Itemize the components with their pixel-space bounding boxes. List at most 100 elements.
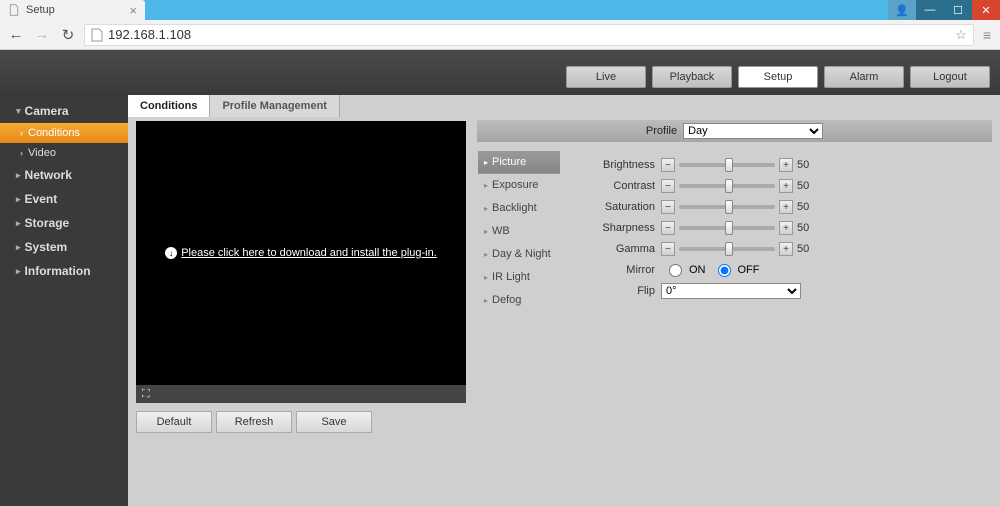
- setting-exposure[interactable]: ▸Exposure: [478, 174, 560, 197]
- fullscreen-icon[interactable]: ⛶: [142, 388, 150, 401]
- row-mirror: Mirror ON OFF: [577, 260, 992, 280]
- chevron-down-icon: ▸: [13, 109, 24, 114]
- setting-backlight[interactable]: ▸Backlight: [478, 197, 560, 220]
- contrast-slider[interactable]: [679, 184, 775, 188]
- contrast-value: 50: [797, 180, 809, 192]
- saturation-plus[interactable]: +: [779, 200, 793, 214]
- slider-thumb[interactable]: [725, 242, 733, 256]
- page-icon: [8, 4, 20, 16]
- user-icon[interactable]: 👤: [888, 0, 916, 20]
- nav-live[interactable]: Live: [566, 66, 646, 88]
- caret-icon: ▸: [484, 227, 488, 236]
- back-button[interactable]: ←: [6, 25, 26, 45]
- app-header: Live Playback Setup Alarm Logout: [0, 50, 1000, 95]
- sidebar-group-information[interactable]: ▸Information: [0, 259, 128, 283]
- sidebar-item-conditions[interactable]: ›Conditions: [0, 123, 128, 143]
- setting-day-night[interactable]: ▸Day & Night: [478, 243, 560, 266]
- mirror-radio-group: ON OFF: [661, 264, 760, 277]
- reload-button[interactable]: ↻: [58, 25, 78, 45]
- top-nav: Live Playback Setup Alarm Logout: [566, 66, 990, 95]
- contrast-plus[interactable]: +: [779, 179, 793, 193]
- saturation-minus[interactable]: −: [661, 200, 675, 214]
- sidebar-group-camera[interactable]: ▸Camera: [0, 99, 128, 123]
- save-button[interactable]: Save: [296, 411, 372, 433]
- bookmark-star-icon[interactable]: ☆: [955, 27, 967, 43]
- setting-ir-light[interactable]: ▸IR Light: [478, 266, 560, 289]
- setting-defog[interactable]: ▸Defog: [478, 289, 560, 312]
- nav-playback[interactable]: Playback: [652, 66, 732, 88]
- slider-thumb[interactable]: [725, 179, 733, 193]
- params-column: Profile Day Brightness − + 50 Contrast: [567, 121, 992, 433]
- brightness-value: 50: [797, 159, 809, 171]
- sharpness-minus[interactable]: −: [661, 221, 675, 235]
- video-column: ↓ Please click here to download and inst…: [136, 121, 471, 433]
- profile-label: Profile: [646, 125, 677, 137]
- setting-picture[interactable]: ▸Picture: [478, 151, 560, 174]
- content-inner: Conditions Profile Management ↓ Please c…: [128, 95, 1000, 506]
- sharpness-label: Sharpness: [577, 222, 661, 234]
- document-icon: [91, 28, 103, 42]
- caret-icon: ▸: [484, 181, 488, 190]
- nav-setup[interactable]: Setup: [738, 66, 818, 88]
- url-field[interactable]: 192.168.1.108 ☆: [84, 24, 974, 46]
- mirror-off-radio[interactable]: [718, 264, 731, 277]
- sidebar-item-video[interactable]: ›Video: [0, 143, 128, 163]
- gamma-plus[interactable]: +: [779, 242, 793, 256]
- setting-wb[interactable]: ▸WB: [478, 220, 560, 243]
- plugin-download-link[interactable]: ↓ Please click here to download and inst…: [165, 247, 437, 259]
- sidebar-group-system[interactable]: ▸System: [0, 235, 128, 259]
- gamma-minus[interactable]: −: [661, 242, 675, 256]
- sharpness-plus[interactable]: +: [779, 221, 793, 235]
- chevron-right-icon: ▸: [16, 170, 21, 181]
- saturation-slider[interactable]: [679, 205, 775, 209]
- flip-select[interactable]: 0°: [661, 283, 801, 299]
- close-window-button[interactable]: ✕: [972, 0, 1000, 20]
- brightness-minus[interactable]: −: [661, 158, 675, 172]
- content: Conditions Profile Management ↓ Please c…: [128, 95, 1000, 506]
- tab-conditions[interactable]: Conditions: [128, 95, 210, 117]
- caret-icon: ▸: [484, 296, 488, 305]
- slider-thumb[interactable]: [725, 158, 733, 172]
- caret-icon: ▸: [484, 158, 488, 167]
- brightness-plus[interactable]: +: [779, 158, 793, 172]
- saturation-value: 50: [797, 201, 809, 213]
- contrast-minus[interactable]: −: [661, 179, 675, 193]
- nav-logout[interactable]: Logout: [910, 66, 990, 88]
- sidebar-group-network[interactable]: ▸Network: [0, 163, 128, 187]
- row-gamma: Gamma − + 50: [577, 239, 992, 259]
- gamma-slider[interactable]: [679, 247, 775, 251]
- caret-icon: ▸: [484, 204, 488, 213]
- gamma-label: Gamma: [577, 243, 661, 255]
- nav-alarm[interactable]: Alarm: [824, 66, 904, 88]
- slider-thumb[interactable]: [725, 221, 733, 235]
- browser-menu-icon[interactable]: ≡: [980, 27, 994, 43]
- tab-profile-management[interactable]: Profile Management: [210, 95, 340, 117]
- sidebar-group-event[interactable]: ▸Event: [0, 187, 128, 211]
- profile-select[interactable]: Day: [683, 123, 823, 139]
- maximize-button[interactable]: ☐: [944, 0, 972, 20]
- refresh-button[interactable]: Refresh: [216, 411, 292, 433]
- minimize-button[interactable]: —: [916, 0, 944, 20]
- forward-button[interactable]: →: [32, 25, 52, 45]
- browser-tab[interactable]: Setup ×: [0, 0, 145, 20]
- profile-row: Profile Day: [477, 120, 992, 142]
- chevron-right-icon: ›: [20, 148, 23, 158]
- mirror-label: Mirror: [577, 264, 661, 276]
- mirror-on-radio[interactable]: [669, 264, 682, 277]
- url-text: 192.168.1.108: [108, 27, 191, 42]
- default-button[interactable]: Default: [136, 411, 212, 433]
- row-contrast: Contrast − + 50: [577, 176, 992, 196]
- sharpness-value: 50: [797, 222, 809, 234]
- brightness-slider[interactable]: [679, 163, 775, 167]
- slider-thumb[interactable]: [725, 200, 733, 214]
- gamma-value: 50: [797, 243, 809, 255]
- contrast-label: Contrast: [577, 180, 661, 192]
- sharpness-slider[interactable]: [679, 226, 775, 230]
- close-tab-icon[interactable]: ×: [129, 3, 137, 18]
- download-icon: ↓: [165, 247, 177, 259]
- sidebar-group-storage[interactable]: ▸Storage: [0, 211, 128, 235]
- video-footer-bar: ⛶: [136, 385, 466, 403]
- chevron-right-icon: ▸: [16, 242, 21, 253]
- caret-icon: ▸: [484, 250, 488, 259]
- saturation-label: Saturation: [577, 201, 661, 213]
